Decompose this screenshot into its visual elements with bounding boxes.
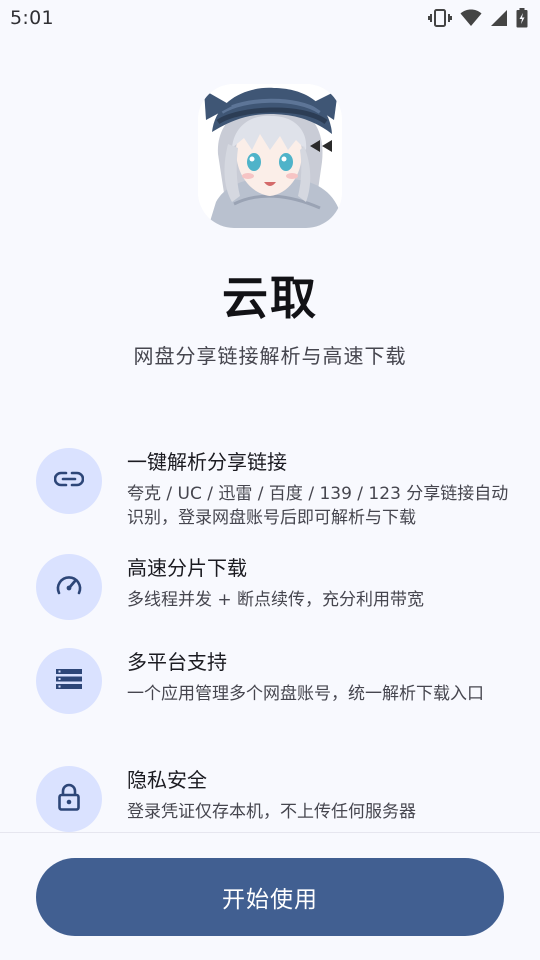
feature-item-multi-platform: 多平台支持 一个应用管理多个网盘账号，统一解析下载入口 xyxy=(36,648,516,714)
feature-item-fast-download: 高速分片下载 多线程并发 + 断点续传，充分利用带宽 xyxy=(36,554,516,620)
feature-title: 一键解析分享链接 xyxy=(127,450,287,474)
feature-icon-circle xyxy=(36,648,102,714)
storage-icon xyxy=(55,668,83,694)
signal-icon xyxy=(490,9,508,27)
vibrate-icon xyxy=(428,8,452,28)
welcome-screen: 5:01 云取 网盘分享链接解析与高速下载 一键解析分享链接 夸克 / UC /… xyxy=(0,0,540,960)
speedometer-icon xyxy=(55,573,83,601)
status-time: 5:01 xyxy=(10,7,54,29)
start-button[interactable]: 开始使用 xyxy=(36,858,504,936)
feature-item-privacy: 隐私安全 登录凭证仅存本机，不上传任何服务器 xyxy=(36,766,516,832)
status-bar: 5:01 xyxy=(0,0,540,36)
app-subtitle: 网盘分享链接解析与高速下载 xyxy=(133,344,407,368)
feature-title: 高速分片下载 xyxy=(127,556,247,580)
feature-icon-circle xyxy=(36,554,102,620)
feature-title: 隐私安全 xyxy=(127,768,207,792)
feature-text: 一键解析分享链接 夸克 / UC / 迅雷 / 百度 / 139 / 123 分… xyxy=(127,448,511,530)
feature-icon-circle xyxy=(36,448,102,514)
status-icons xyxy=(428,8,528,28)
bottom-divider xyxy=(0,832,540,833)
lock-icon xyxy=(58,783,80,815)
link-icon xyxy=(53,471,85,491)
wifi-icon xyxy=(460,9,482,27)
battery-charging-icon xyxy=(516,8,528,28)
feature-description: 多线程并发 + 断点续传，充分利用带宽 xyxy=(127,590,425,610)
feature-title: 多平台支持 xyxy=(127,650,227,674)
feature-description: 一个应用管理多个网盘账号，统一解析下载入口 xyxy=(127,684,484,704)
feature-description: 夸克 / UC / 迅雷 / 百度 / 139 / 123 分享链接自动识别，登… xyxy=(127,484,509,528)
feature-text: 隐私安全 登录凭证仅存本机，不上传任何服务器 xyxy=(127,766,511,824)
app-title: 云取 xyxy=(222,271,318,325)
feature-icon-circle xyxy=(36,766,102,832)
app-icon xyxy=(198,84,342,228)
feature-text: 多平台支持 一个应用管理多个网盘账号，统一解析下载入口 xyxy=(127,648,511,706)
feature-item-link-parse: 一键解析分享链接 夸克 / UC / 迅雷 / 百度 / 139 / 123 分… xyxy=(36,448,516,530)
feature-text: 高速分片下载 多线程并发 + 断点续传，充分利用带宽 xyxy=(127,554,511,612)
feature-list: 一键解析分享链接 夸克 / UC / 迅雷 / 百度 / 139 / 123 分… xyxy=(0,430,540,832)
feature-description: 登录凭证仅存本机，不上传任何服务器 xyxy=(127,802,416,822)
